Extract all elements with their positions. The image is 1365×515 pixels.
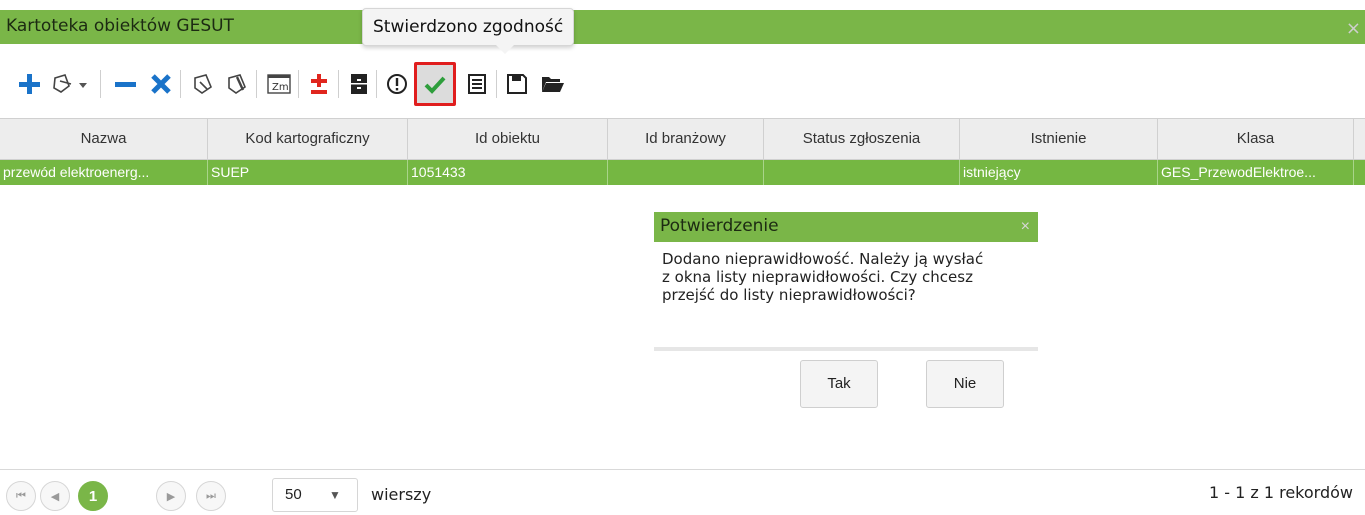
chevron-down-icon: ▼ <box>329 488 341 502</box>
warning-button[interactable] <box>380 66 414 102</box>
first-page-button[interactable]: ⏮ <box>6 481 36 511</box>
table-header: Nazwa Kod kartograficzny Id obiektu Id b… <box>0 118 1365 160</box>
column-header-id-obiektu[interactable]: Id obiektu <box>408 119 608 159</box>
cell-klasa: GES_PrzewodElektroe... <box>1158 160 1354 185</box>
zm-button[interactable]: Zm <box>262 66 296 102</box>
pencil-icon <box>194 74 212 94</box>
first-page-icon: ⏮ <box>16 489 26 502</box>
tooltip-arrow <box>496 45 514 54</box>
folder-icon <box>542 77 564 92</box>
window-titlebar: Kartoteka obiektów GESUT × <box>0 10 1365 44</box>
cell-nazwa: przewód elektroenerg... <box>0 160 208 185</box>
last-page-icon: ⏭ <box>206 489 216 502</box>
cell-id-obiektu: 1051433 <box>408 160 608 185</box>
no-button[interactable]: Nie <box>926 360 1004 408</box>
current-page-button[interactable]: 1 <box>78 481 108 511</box>
toolbar: Zm <box>12 62 672 106</box>
dialog-message: Dodano nieprawidłowość. Należy ją wysłać… <box>662 250 1034 304</box>
next-page-icon: ▶ <box>166 490 176 503</box>
cell-istnienie: istniejący <box>960 160 1158 185</box>
column-header-nazwa[interactable]: Nazwa <box>0 119 208 159</box>
toolbar-separator <box>100 70 101 98</box>
prev-page-icon: ◀ <box>50 490 60 503</box>
rows-label: wierszy <box>371 485 432 504</box>
pager-divider <box>0 469 1365 470</box>
dialog-message-line: Dodano nieprawidłowość. Należy ją wysłać <box>662 250 984 268</box>
minus-icon <box>115 82 136 87</box>
zm-icon: Zm <box>267 74 291 94</box>
plus-minus-icon <box>311 74 327 94</box>
cell-kod-kartograficzny: SUEP <box>208 160 408 185</box>
column-header-klasa[interactable]: Klasa <box>1158 119 1354 159</box>
check-icon <box>424 76 446 94</box>
toolbar-separator <box>496 70 497 98</box>
pencil-icon <box>228 74 246 94</box>
table-row[interactable]: przewód elektroenerg... SUEP 1051433 ist… <box>0 160 1365 185</box>
edit-geometry-icon <box>53 74 87 93</box>
cabinet-icon <box>351 74 367 94</box>
dialog-message-line: z okna listy nieprawidłowości. Czy chces… <box>662 268 973 286</box>
records-info: 1 - 1 z 1 rekordów <box>1208 483 1353 502</box>
column-header-status-zgloszenia[interactable]: Status zgłoszenia <box>764 119 960 159</box>
column-header-kod-kartograficzny[interactable]: Kod kartograficzny <box>208 119 408 159</box>
svg-text:Zm: Zm <box>272 82 289 93</box>
archive-button[interactable] <box>342 66 376 102</box>
dialog-close-button[interactable]: × <box>1021 218 1030 236</box>
page-size-value: 50 <box>285 486 302 503</box>
dialog-separator <box>654 347 1038 351</box>
tooltip: Stwierdzono zgodność <box>362 8 575 46</box>
dialog-title: Potwierdzenie <box>660 216 779 236</box>
column-header-id-branzowy[interactable]: Id branżowy <box>608 119 764 159</box>
next-page-button[interactable]: ▶ <box>156 481 186 511</box>
x-icon <box>151 74 171 94</box>
edit-attributes-2-button[interactable] <box>220 66 254 102</box>
column-header-istnienie[interactable]: Istnienie <box>960 119 1158 159</box>
dialog-message-line: przejść do listy nieprawidłowości? <box>662 286 916 304</box>
delete-button[interactable] <box>144 66 178 102</box>
toolbar-separator <box>256 70 257 98</box>
toolbar-separator <box>376 70 377 98</box>
window-close-button[interactable]: × <box>1346 18 1361 39</box>
toolbar-separator <box>180 70 181 98</box>
toolbar-separator <box>338 70 339 98</box>
prev-page-button[interactable]: ◀ <box>40 481 70 511</box>
add-button[interactable] <box>12 66 46 102</box>
save-button[interactable] <box>500 66 534 102</box>
dialog-titlebar: Potwierdzenie × <box>654 212 1038 242</box>
last-page-button[interactable]: ⏭ <box>196 481 226 511</box>
cell-id-branzowy <box>608 160 764 185</box>
list-button[interactable] <box>460 66 494 102</box>
exclamation-icon <box>387 74 407 94</box>
edit-attributes-button[interactable] <box>186 66 220 102</box>
remove-button[interactable] <box>108 66 142 102</box>
page-size-select[interactable]: 50 ▼ <box>272 478 358 512</box>
plus-icon <box>19 74 40 94</box>
confirm-compliance-button[interactable] <box>414 62 456 106</box>
save-icon <box>507 74 527 94</box>
list-icon <box>468 74 486 94</box>
cell-status-zgloszenia <box>764 160 960 185</box>
plus-minus-button[interactable] <box>302 66 336 102</box>
toolbar-separator <box>298 70 299 98</box>
window-title: Kartoteka obiektów GESUT <box>6 16 234 36</box>
confirmation-dialog: Potwierdzenie × Dodano nieprawidłowość. … <box>654 212 1038 424</box>
open-button[interactable] <box>536 66 570 102</box>
edit-geometry-dropdown-button[interactable] <box>46 66 96 102</box>
yes-button[interactable]: Tak <box>800 360 878 408</box>
